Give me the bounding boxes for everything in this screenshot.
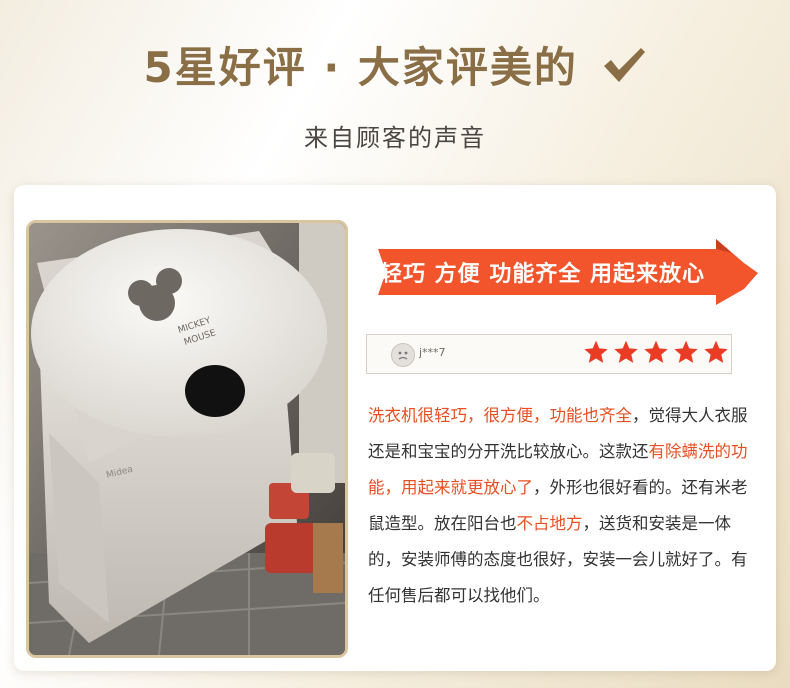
review-text: 洗衣机很轻巧，很方便，功能也齐全，觉得大人衣服还是和宝宝的分开洗比较放心。这款还… xyxy=(368,398,752,614)
star-icon xyxy=(584,340,608,363)
star-icon xyxy=(704,340,728,363)
check-icon xyxy=(601,46,647,96)
review-photo[interactable]: MICKEY MOUSE Midea xyxy=(26,220,348,658)
title-text: 5星好评 · 大家评美的 xyxy=(143,43,578,92)
review-header: j***7 xyxy=(366,334,732,374)
star-icon xyxy=(614,340,638,363)
star-rating xyxy=(583,339,729,365)
page-title: 5星好评 · 大家评美的 xyxy=(0,34,790,96)
star-icon xyxy=(644,340,668,363)
face-avatar-icon xyxy=(391,343,415,367)
review-highlight: 不占地方 xyxy=(516,514,583,533)
banner-text: 轻巧 方便 功能齐全 用起来放心 xyxy=(380,262,705,287)
reviewer-name: j***7 xyxy=(419,346,446,359)
washing-machine-photo: MICKEY MOUSE Midea xyxy=(29,223,345,655)
star-icon xyxy=(674,340,698,363)
review-highlight: 洗衣机很轻巧，很方便，功能也齐全 xyxy=(368,406,632,425)
page-subtitle: 来自顾客的声音 xyxy=(304,124,486,152)
